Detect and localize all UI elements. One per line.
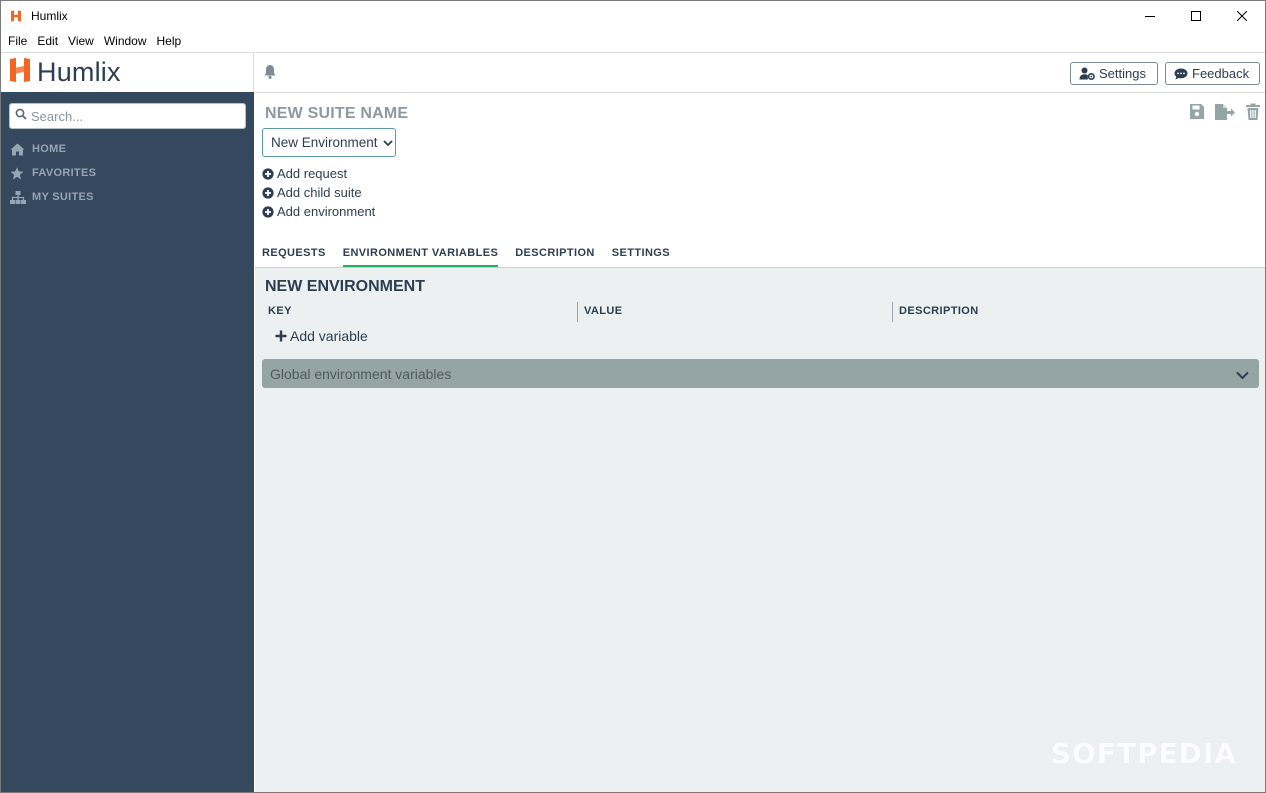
search-box xyxy=(9,103,246,129)
suite-tabs: REQUESTS ENVIRONMENT VARIABLES DESCRIPTI… xyxy=(262,243,687,268)
chevron-down-icon xyxy=(382,135,393,150)
save-icon[interactable] xyxy=(1189,103,1205,126)
app-window: Humlix File Edit View Window Help Humlix xyxy=(0,0,1266,793)
environment-select-value: New Environment xyxy=(271,135,378,150)
add-variable-button[interactable]: Add variable xyxy=(275,328,368,344)
tab-requests[interactable]: REQUESTS xyxy=(262,243,326,268)
title-bar: Humlix xyxy=(1,1,1265,31)
suite-header: NEW SUITE NAME New Environment Add reque… xyxy=(255,93,1265,268)
add-variable-label: Add variable xyxy=(290,328,368,344)
trash-icon[interactable] xyxy=(1245,103,1261,126)
plus-circle-icon xyxy=(262,167,274,180)
brand-name: Humlix xyxy=(37,57,121,87)
menu-edit[interactable]: Edit xyxy=(32,31,63,52)
maximize-icon[interactable] xyxy=(1173,1,1219,31)
column-header-value: VALUE xyxy=(584,305,623,317)
window-title: Humlix xyxy=(31,9,68,23)
environment-select[interactable]: New Environment xyxy=(262,128,396,157)
global-environment-variables-toggle[interactable]: Global environment variables xyxy=(262,359,1259,388)
sidebar-item-label: FAVORITES xyxy=(32,167,97,179)
brand-header: Humlix xyxy=(1,52,254,92)
column-header-description: DESCRIPTION xyxy=(899,305,979,317)
suite-actions xyxy=(1189,103,1261,126)
add-environment-link[interactable]: Add environment xyxy=(262,204,375,219)
menu-view[interactable]: View xyxy=(63,31,99,52)
humlix-logo-icon xyxy=(1,1,31,31)
minimize-icon[interactable] xyxy=(1127,1,1173,31)
window-controls xyxy=(1127,1,1265,31)
sidebar: HOME FAVORITES MY SUITES xyxy=(1,92,254,792)
settings-button[interactable]: Settings xyxy=(1070,62,1158,85)
sidebar-item-home[interactable]: HOME xyxy=(10,140,66,158)
comment-dots-icon xyxy=(1174,68,1188,79)
tab-description[interactable]: DESCRIPTION xyxy=(515,243,595,268)
plus-circle-icon xyxy=(262,186,274,199)
suite-name-input[interactable]: NEW SUITE NAME xyxy=(265,105,408,123)
global-environment-variables-label: Global environment variables xyxy=(270,365,452,382)
star-icon xyxy=(10,166,26,180)
search-input[interactable] xyxy=(31,108,231,124)
sidebar-item-label: MY SUITES xyxy=(32,191,94,203)
feedback-button-label: Feedback xyxy=(1192,66,1250,81)
column-header-key: KEY xyxy=(268,305,292,317)
menu-bar: File Edit View Window Help xyxy=(1,31,1265,52)
export-icon[interactable] xyxy=(1214,103,1236,126)
plus-circle-icon xyxy=(262,205,274,218)
softpedia-watermark: SOFTPEDIA xyxy=(1050,737,1237,770)
sidebar-item-my-suites[interactable]: MY SUITES xyxy=(10,188,94,206)
close-icon[interactable] xyxy=(1219,1,1265,31)
add-request-label: Add request xyxy=(277,166,348,181)
environment-panel: NEW ENVIRONMENT KEY VALUE DESCRIPTION Ad… xyxy=(255,267,1265,792)
add-child-suite-link[interactable]: Add child suite xyxy=(262,185,362,200)
column-divider[interactable] xyxy=(577,302,578,322)
top-bar: Settings Feedback xyxy=(255,52,1265,93)
sitemap-icon xyxy=(10,190,26,204)
sidebar-item-favorites[interactable]: FAVORITES xyxy=(10,164,96,182)
add-request-link[interactable]: Add request xyxy=(262,166,347,181)
menu-file[interactable]: File xyxy=(3,31,32,52)
plus-icon xyxy=(275,330,287,342)
menu-help[interactable]: Help xyxy=(152,31,187,52)
settings-button-label: Settings xyxy=(1099,66,1146,81)
user-cog-icon xyxy=(1079,67,1095,80)
column-divider[interactable] xyxy=(892,302,893,322)
humlix-logo-icon xyxy=(9,57,31,88)
menu-window[interactable]: Window xyxy=(99,31,152,52)
chevron-down-icon xyxy=(1236,367,1249,383)
tab-environment-variables[interactable]: ENVIRONMENT VARIABLES xyxy=(342,243,499,268)
environment-heading: NEW ENVIRONMENT xyxy=(265,278,425,295)
add-child-suite-label: Add child suite xyxy=(277,185,362,200)
search-icon xyxy=(15,107,27,125)
feedback-button[interactable]: Feedback xyxy=(1165,62,1260,85)
sidebar-item-label: HOME xyxy=(32,143,67,155)
bell-icon[interactable] xyxy=(263,64,277,85)
tab-settings[interactable]: SETTINGS xyxy=(612,243,670,268)
add-environment-label: Add environment xyxy=(277,204,376,219)
home-icon xyxy=(10,143,26,156)
